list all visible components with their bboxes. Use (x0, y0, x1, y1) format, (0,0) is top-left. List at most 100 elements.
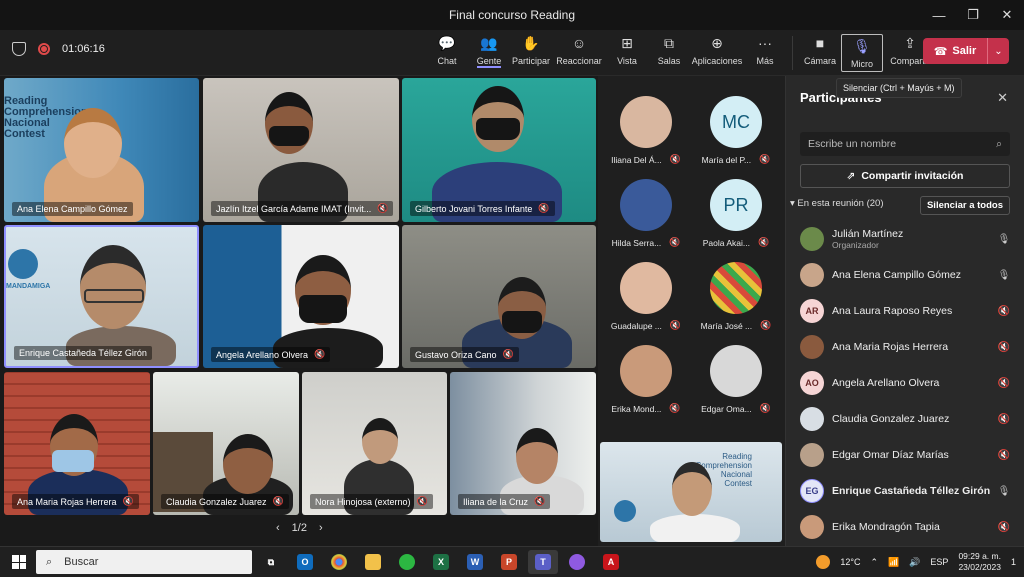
video-tile[interactable]: Iliana de la Cruz 🔇 (450, 372, 596, 515)
more-button[interactable]: ··· Más (744, 34, 786, 72)
chrome-icon[interactable] (324, 550, 354, 574)
video-grid: Reading Comprehension Nacional Contest A… (0, 76, 598, 546)
participant-row[interactable]: AR Ana Laura Raposo Reyes 🔇 (800, 296, 1012, 326)
chat-button[interactable]: 💬 Chat (426, 34, 468, 72)
toolbar-divider (792, 36, 793, 70)
camera-button[interactable]: ■ Cámara (799, 34, 841, 72)
mic-off-icon: 🔇 (759, 403, 771, 413)
people-button[interactable]: 👥 Gente (468, 34, 510, 72)
presenter-video[interactable]: Reading Comprehension Nacional Contest (600, 442, 782, 542)
react-button[interactable]: ☺ Reaccionar (552, 34, 606, 72)
taskbar-search[interactable]: ⌕ Buscar (36, 550, 252, 574)
participant-row[interactable]: Erika Mondragón Tapia 🔇 (800, 512, 1012, 542)
notification-badge[interactable]: 1 (1011, 557, 1016, 567)
share-invite-button[interactable]: ⇗ Compartir invitación (800, 164, 1010, 188)
in-meeting-section[interactable]: ▾ En esta reunión (20) (790, 198, 884, 209)
volume-icon[interactable]: 🔊 (909, 557, 920, 568)
mic-off-icon: 🔇 (997, 521, 1011, 533)
powerpoint-icon[interactable]: P (494, 550, 524, 574)
mic-off-icon: 🔇 (997, 449, 1011, 461)
participant-row[interactable]: EG Enrique Castañeda Téllez Girón 🎙 (800, 476, 1012, 506)
view-button[interactable]: ⊞ Vista (606, 34, 648, 72)
mic-off-icon: 🔇 (122, 496, 134, 506)
weather-icon[interactable] (816, 555, 831, 569)
chat-icon: 💬 (438, 34, 456, 51)
participants-panel: Participantes ✕ Escribe un nombre ⌕ ⇗ Co… (785, 76, 1024, 546)
close-icon[interactable]: ✕ (997, 90, 1008, 106)
teams-icon[interactable]: T (528, 550, 558, 574)
phone-icon: ☎ (933, 45, 948, 58)
avatar (620, 262, 672, 314)
participant-search-input[interactable]: Escribe un nombre ⌕ (800, 132, 1010, 156)
mic-off-icon: 🔇 (314, 349, 326, 359)
participant-row[interactable]: Ana Maria Rojas Herrera 🔇 (800, 332, 1012, 362)
video-tile[interactable]: MANDAMIGA Enrique Castañeda Téllez Girón (4, 225, 199, 368)
video-tile[interactable]: Claudia Gonzalez Juarez 🔇 (153, 372, 299, 515)
meeting-timer: 01:06:16 (62, 43, 105, 55)
paint-icon[interactable] (562, 550, 592, 574)
gallery-participant[interactable]: Iliana Del Á... 🔇 (600, 88, 692, 170)
pagination: ‹ 1/2 › (276, 522, 323, 534)
people-icon: 👥 (480, 34, 498, 51)
participant-row[interactable]: Claudia Gonzalez Juarez 🔇 (800, 404, 1012, 434)
participant-row[interactable]: Julián Martínez Organizador 🎙 (800, 224, 1012, 254)
raise-hand-button[interactable]: ✋ Participar (510, 34, 552, 72)
mic-off-icon: 🔇 (669, 320, 682, 330)
file-explorer-icon[interactable] (358, 550, 388, 574)
avatar (710, 345, 762, 397)
mic-off-icon: 🔇 (272, 496, 284, 506)
avatar (800, 335, 824, 359)
participant-row[interactable]: Ana Elena Campillo Gómez 🎙 (800, 260, 1012, 290)
windows-start-icon[interactable] (12, 555, 26, 569)
apps-button[interactable]: ⊕ Aplicaciones (690, 34, 744, 72)
gallery-participant[interactable]: Hilda Serra... 🔇 (600, 171, 692, 253)
gallery-participant[interactable]: MC María del P... 🔇 (690, 88, 782, 170)
minimize-button[interactable]: — (922, 0, 956, 30)
rooms-button[interactable]: ⧉ Salas (648, 34, 690, 72)
word-icon[interactable]: W (460, 550, 490, 574)
video-tile[interactable]: Reading Comprehension Nacional Contest A… (4, 78, 199, 222)
avatar (800, 227, 824, 251)
gallery-participant[interactable]: María José ... 🔇 (690, 254, 782, 336)
mic-off-icon: 🔇 (377, 203, 389, 213)
close-window-button[interactable]: ✕ (990, 0, 1024, 30)
participant-row[interactable]: Edgar Omar Díaz Marías 🔇 (800, 440, 1012, 470)
task-view-icon[interactable]: ⧉ (256, 550, 286, 574)
avatar (710, 262, 762, 314)
clock[interactable]: 09:29 a. m. 23/02/2023 (958, 551, 1001, 573)
chevron-down-icon[interactable]: ⌄ (987, 38, 1009, 64)
video-tile[interactable]: Angela Arellano Olvera 🔇 (203, 225, 399, 368)
chevron-right-icon[interactable]: › (319, 522, 323, 534)
chevron-left-icon[interactable]: ‹ (276, 522, 280, 534)
mic-off-icon: 🔇 (997, 305, 1011, 317)
gallery-participant[interactable]: Guadalupe ... 🔇 (600, 254, 692, 336)
avatar (620, 96, 672, 148)
video-tile[interactable]: Nora Hinojosa (externo) 🔇 (302, 372, 447, 515)
gallery-participant[interactable]: Erika Mond... 🔇 (600, 337, 692, 419)
whatsapp-icon[interactable] (392, 550, 422, 574)
mute-all-button[interactable]: Silenciar a todos (919, 196, 1010, 215)
mic-off-icon: 🔇 (997, 341, 1011, 353)
gallery-participant[interactable]: Edgar Oma... 🔇 (690, 337, 782, 419)
smile-icon: ☺ (571, 35, 587, 51)
video-tile[interactable]: Ana Maria Rojas Herrera 🔇 (4, 372, 150, 515)
participant-row[interactable]: AO Angela Arellano Olvera 🔇 (800, 368, 1012, 398)
mic-button[interactable]: 🎙 Micro (841, 34, 883, 72)
mic-off-icon: 🔇 (997, 413, 1011, 425)
excel-icon[interactable]: X (426, 550, 456, 574)
hand-icon: ✋ (522, 34, 540, 51)
restore-button[interactable]: ❐ (956, 0, 990, 30)
acrobat-icon[interactable]: A (596, 550, 626, 574)
chevron-up-icon[interactable]: ⌃ (870, 557, 878, 568)
network-icon[interactable]: 📶 (888, 557, 899, 568)
mic-off-icon: 🔇 (669, 237, 681, 247)
avatar: AO (800, 371, 824, 395)
video-tile[interactable]: Gilberto Jovani Torres Infante 🔇 (402, 78, 596, 222)
leave-button[interactable]: ☎ Salir ⌄ (923, 38, 1009, 64)
gallery-participant[interactable]: PR Paola Akai... 🔇 (690, 171, 782, 253)
video-tile[interactable]: Gustavo Oriza Cano 🔇 (402, 225, 596, 368)
video-tile[interactable]: Jazlín Itzel García Adame IMAT (Invit...… (203, 78, 399, 222)
mic-off-icon: 🔇 (502, 349, 514, 359)
language-indicator[interactable]: ESP (930, 557, 948, 567)
outlook-icon[interactable]: O (290, 550, 320, 574)
